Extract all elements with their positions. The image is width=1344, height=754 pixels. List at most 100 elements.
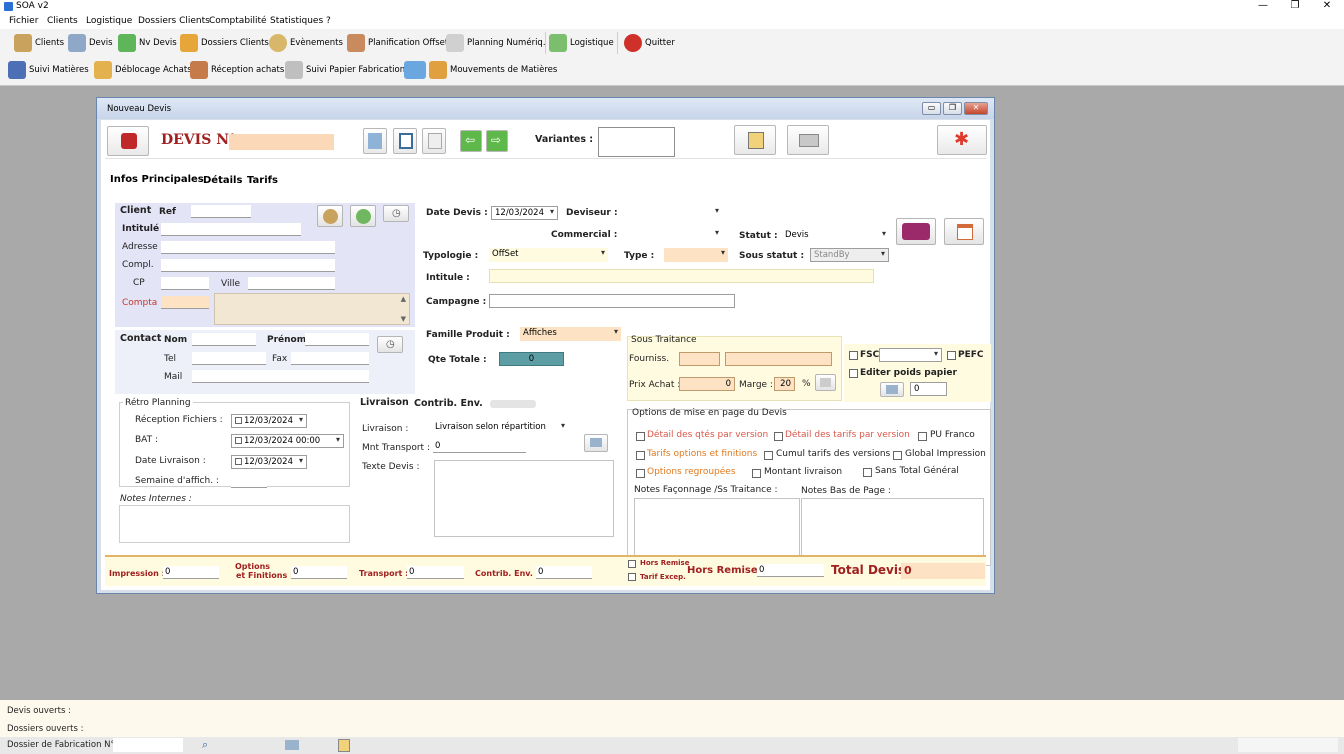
ville-input[interactable] — [248, 277, 335, 290]
close-devis-button[interactable]: ✱ — [937, 125, 987, 155]
texte-devis-field[interactable] — [434, 460, 614, 537]
livraison-select[interactable]: Livraison selon répartition — [432, 421, 568, 435]
tarifs-options-checkbox[interactable] — [636, 451, 645, 460]
toolbar-reception-achats-button[interactable]: Réception achats — [190, 59, 284, 81]
statut-select[interactable]: Devis — [783, 229, 889, 242]
mail-input[interactable] — [192, 370, 369, 383]
calc-price-button[interactable] — [815, 374, 836, 391]
toolbar-logistique-button[interactable]: Logistique — [549, 32, 614, 54]
fax-input[interactable] — [291, 352, 369, 365]
compta-input[interactable] — [161, 296, 209, 309]
new-variant-button[interactable] — [363, 128, 387, 154]
adresse-input[interactable] — [161, 241, 335, 254]
prenom-input[interactable] — [305, 333, 369, 346]
pu-franco-checkbox[interactable] — [918, 432, 927, 441]
toolbar-deblocage-achats-button[interactable]: Déblocage Achats — [94, 59, 192, 81]
bat-checkbox[interactable] — [235, 437, 242, 444]
edit-button[interactable] — [393, 128, 417, 154]
transport-calc-button[interactable] — [584, 434, 608, 452]
add-client-button[interactable] — [350, 205, 376, 227]
toolbar-clients-button[interactable]: Clients — [14, 32, 64, 54]
contrib-env-total-field[interactable]: 0 — [536, 566, 592, 579]
reception-fichiers-date[interactable]: 12/03/2024 — [231, 414, 307, 428]
global-impression-checkbox[interactable] — [893, 451, 902, 460]
cp-input[interactable] — [161, 277, 209, 290]
qte-totale-field[interactable]: 0 — [499, 352, 564, 366]
client-history-button[interactable]: ◷ — [383, 205, 409, 222]
poids-input[interactable]: 0 — [910, 382, 947, 396]
delete-devis-button[interactable] — [107, 126, 149, 156]
window-minimize-icon[interactable]: ▭ — [922, 102, 941, 115]
toolbar-planification-offset-button[interactable]: Planification Offset — [347, 32, 448, 54]
tab-livraison[interactable]: Livraison — [360, 397, 409, 408]
transport-total-field[interactable]: 0 — [407, 566, 464, 579]
validate-button[interactable] — [734, 125, 776, 155]
maximize-icon[interactable]: ❐ — [1280, 0, 1310, 13]
hors-remise-field[interactable]: 0 — [757, 564, 824, 577]
print-button[interactable] — [787, 125, 829, 155]
poids-calc-button[interactable] — [880, 382, 904, 397]
toolbar-mouvements-matieres-button[interactable]: Mouvements de Matières — [404, 59, 557, 81]
intitule-devis-input[interactable] — [489, 269, 874, 283]
scroll-down-icon[interactable]: ▼ — [401, 315, 406, 323]
client-intitule-input[interactable] — [161, 223, 301, 236]
devis-number-field[interactable] — [229, 134, 334, 150]
client-notes-field[interactable]: ▲ ▼ — [214, 293, 410, 325]
type-select[interactable] — [664, 248, 728, 262]
nom-input[interactable] — [192, 333, 256, 346]
toolbar-quitter-button[interactable]: Quitter — [624, 32, 675, 54]
sans-total-checkbox[interactable] — [863, 468, 872, 477]
menu-fichier[interactable]: Fichier — [9, 16, 38, 26]
menu-statistiques[interactable]: Statistiques — [270, 16, 323, 26]
fourniss-name-input[interactable] — [725, 352, 832, 366]
notes-faconnage-field[interactable] — [634, 498, 800, 562]
tarif-excep-checkbox[interactable] — [628, 573, 636, 581]
options-total-field[interactable]: 0 — [291, 566, 347, 579]
mnt-transport-input[interactable]: 0 — [433, 440, 526, 453]
document-icon[interactable] — [338, 739, 350, 752]
toolbar-evenements-button[interactable]: Evènements — [269, 32, 343, 54]
menu-comptabilite[interactable]: Comptabilité — [209, 16, 267, 26]
tab-details[interactable]: Détails — [203, 175, 242, 186]
compl-input[interactable] — [161, 259, 335, 272]
fsc-select[interactable] — [879, 348, 942, 362]
livraison-checkbox[interactable] — [235, 458, 242, 465]
close-icon[interactable]: ✕ — [1312, 0, 1342, 13]
menu-logistique[interactable]: Logistique — [86, 16, 132, 26]
famille-produit-select[interactable]: Affiches — [520, 327, 621, 341]
minimize-icon[interactable]: — — [1248, 0, 1278, 13]
toolbar-suivi-papier-button[interactable]: Suivi Papier Fabrication — [285, 59, 405, 81]
window-restore-icon[interactable]: ❐ — [943, 102, 962, 115]
toolbar-dossiers-clients-button[interactable]: Dossiers Clients — [180, 32, 269, 54]
search-client-button[interactable] — [317, 205, 343, 227]
cumul-tarifs-checkbox[interactable] — [764, 451, 773, 460]
semaine-input[interactable] — [231, 475, 267, 488]
contact-history-button[interactable]: ◷ — [377, 336, 403, 353]
toolbar-nv-devis-button[interactable]: Nv Devis — [118, 32, 177, 54]
editer-poids-checkbox[interactable] — [849, 369, 858, 378]
montant-livraison-checkbox[interactable] — [752, 469, 761, 478]
fourniss-code-input[interactable] — [679, 352, 720, 366]
sous-statut-select[interactable]: StandBy — [810, 248, 889, 262]
hors-remise-checkbox[interactable] — [628, 560, 636, 568]
tab-contrib-env[interactable]: Contrib. Env. — [414, 398, 483, 409]
tel-input[interactable] — [192, 352, 266, 365]
commercial-select[interactable] — [626, 228, 722, 241]
window-close-icon[interactable]: ✕ — [964, 102, 988, 115]
tab-tarifs[interactable]: Tarifs — [247, 175, 278, 186]
prix-achat-input[interactable]: 0 — [679, 377, 735, 391]
menu-dossiers-clients[interactable]: Dossiers Clients — [138, 16, 210, 26]
deviseur-select[interactable] — [626, 206, 722, 219]
date-livraison-date[interactable]: 12/03/2024 — [231, 455, 307, 469]
dossier-fabrication-input[interactable] — [113, 738, 183, 752]
reception-checkbox[interactable] — [235, 417, 242, 424]
toolbar-planning-numeriq-button[interactable]: Planning Numériq. — [446, 32, 546, 54]
pefc-checkbox[interactable] — [947, 351, 956, 360]
printer-icon[interactable] — [285, 740, 299, 750]
fsc-checkbox[interactable] — [849, 351, 858, 360]
detail-qtes-checkbox[interactable] — [636, 432, 645, 441]
date-devis-picker[interactable]: 12/03/2024 — [491, 206, 558, 220]
copy-button[interactable] — [422, 128, 446, 154]
options-regroupees-checkbox[interactable] — [636, 469, 645, 478]
tab-infos-principales[interactable]: Infos Principales — [110, 174, 204, 185]
